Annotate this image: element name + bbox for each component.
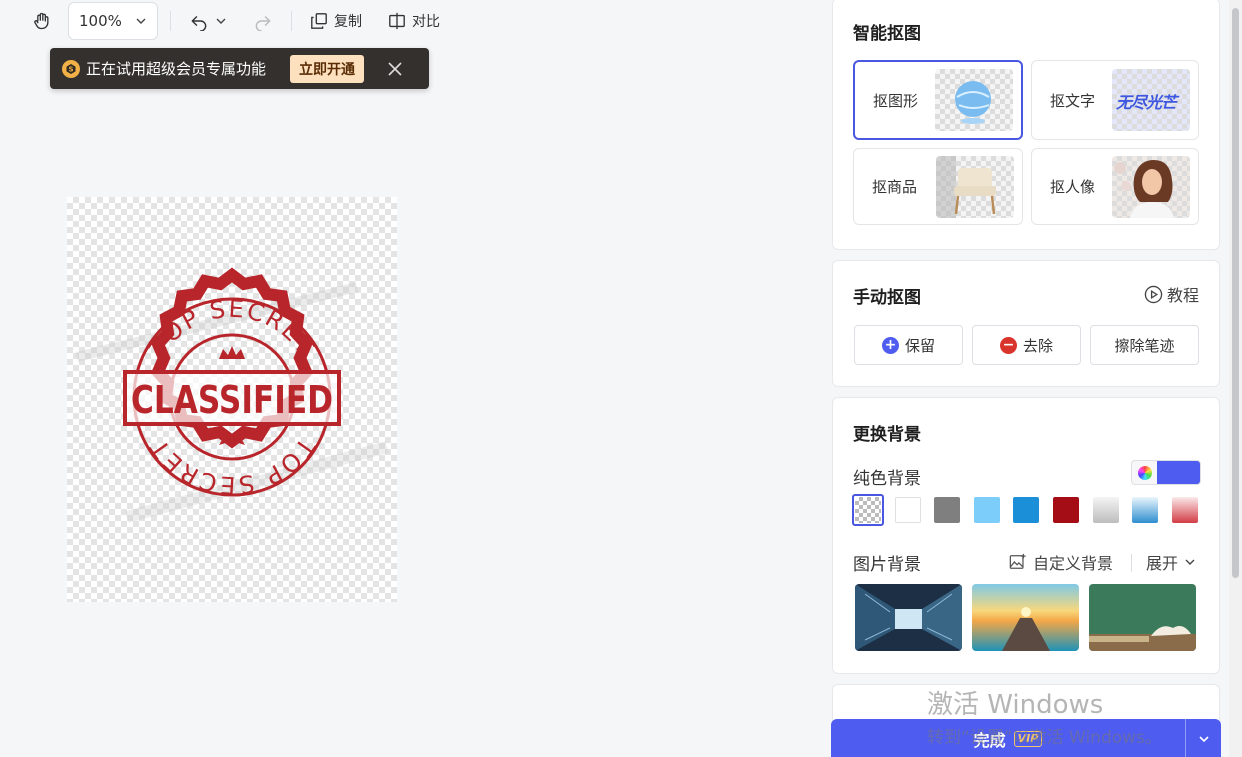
smart-cutout-card: 智能抠图 抠图形 抠文字 无尽光芒 抠商品 抠人像 (832, 0, 1220, 250)
swatch-gradient-blue[interactable] (1129, 494, 1161, 526)
copy-icon (310, 12, 328, 30)
chevron-down-icon (135, 15, 147, 27)
chevron-down-icon (215, 15, 227, 27)
keep-button[interactable]: + 保留 (854, 325, 963, 365)
toolbar: 100% 复制 对比 (0, 0, 830, 42)
bg-chalkboard-book-thumbnail[interactable] (1089, 584, 1196, 651)
image-bg-label: 图片背景 (853, 555, 921, 575)
chevron-down-icon (1198, 733, 1210, 745)
swatch-transparent[interactable] (852, 494, 884, 526)
option-label: 抠文字 (1050, 91, 1096, 110)
cutout-text-option[interactable]: 抠文字 无尽光芒 (1031, 60, 1199, 140)
cutout-canvas-image[interactable]: TOP SECRET TOP SECRET CLASSIFIED (67, 197, 397, 602)
redo-button[interactable] (247, 6, 279, 36)
smart-cutout-title: 智能抠图 (853, 24, 921, 44)
custom-bg-label: 自定义背景 (1033, 554, 1114, 573)
tutorial-link[interactable]: 教程 (1144, 282, 1199, 306)
hand-tool-button[interactable] (26, 6, 58, 36)
cutout-portrait-option[interactable]: 抠人像 (1031, 148, 1199, 225)
cutout-options: 抠图形 抠文字 无尽光芒 抠商品 抠人像 (853, 60, 1199, 225)
compare-label: 对比 (412, 14, 440, 30)
image-add-icon (1009, 553, 1027, 571)
svg-text:S: S (68, 65, 73, 73)
expand-label: 展开 (1146, 554, 1179, 573)
chair-thumbnail (936, 155, 1014, 218)
panel-scrollbar[interactable] (1229, 0, 1242, 757)
compare-icon (388, 12, 406, 30)
toolbar-divider (170, 11, 171, 31)
thumb-text: 无尽光芒 (1116, 93, 1177, 112)
close-icon[interactable] (386, 60, 404, 78)
shape-thumbnail (935, 69, 1013, 131)
background-card: 更换背景 纯色背景 图片背景 自定义背景 展开 (832, 397, 1220, 674)
open-vip-button[interactable]: 立即开通 (290, 54, 365, 83)
erase-label: 擦除笔迹 (1114, 336, 1175, 355)
divider (1131, 554, 1132, 572)
remove-button[interactable]: − 去除 (972, 325, 1081, 365)
swatch-gradient-red[interactable] (1169, 494, 1201, 526)
banner-text: 正在试用超级会员专属功能 (86, 60, 267, 78)
vip-badge-icon: S (62, 59, 80, 78)
portrait-thumbnail (1112, 155, 1190, 218)
remove-label: 去除 (1022, 336, 1053, 355)
finish-label: 完成 (973, 731, 1006, 750)
bg-sunset-pier-thumbnail[interactable] (972, 584, 1079, 651)
zoom-value: 100% (79, 12, 122, 30)
cutout-shape-option[interactable]: 抠图形 (853, 60, 1023, 140)
swatch-white[interactable] (892, 494, 924, 526)
manual-cutout-title: 手动抠图 (853, 288, 921, 308)
vip-tag: VIP (1013, 731, 1043, 747)
compare-button[interactable]: 对比 (382, 6, 446, 36)
option-label: 抠商品 (872, 178, 918, 196)
vip-trial-banner: S 正在试用超级会员专属功能 立即开通 (50, 48, 429, 89)
cutout-product-option[interactable]: 抠商品 (853, 148, 1023, 225)
play-circle-icon (1144, 285, 1163, 304)
color-wheel-icon (1132, 461, 1157, 484)
stamp-main-text: CLASSIFIED (131, 378, 333, 422)
solid-bg-label: 纯色背景 (853, 469, 921, 489)
swatch-blue[interactable] (1010, 494, 1042, 526)
custom-color-picker[interactable] (1131, 460, 1201, 485)
toolbar-divider (291, 11, 292, 31)
swatch-dark-red[interactable] (1050, 494, 1082, 526)
option-label: 抠人像 (1050, 178, 1096, 196)
transparent-swatch (855, 497, 881, 523)
undo-icon (189, 11, 209, 31)
finish-dropdown-button[interactable] (1185, 719, 1221, 757)
minus-icon: − (999, 336, 1017, 354)
image-backgrounds (855, 584, 1196, 651)
redo-icon (253, 11, 273, 31)
background-title: 更换背景 (853, 425, 921, 445)
swatch-gradient-gray[interactable] (1090, 494, 1122, 526)
expand-button[interactable]: 展开 (1146, 550, 1196, 574)
finish-button[interactable]: 完成 VIP (831, 727, 1185, 751)
swatch-gray[interactable] (931, 494, 963, 526)
color-swatches (852, 494, 1201, 526)
copy-button[interactable]: 复制 (304, 6, 368, 36)
scrollbar-thumb[interactable] (1232, 8, 1239, 578)
finish-button-bar: 完成 VIP (831, 719, 1221, 757)
manual-cutout-card: 手动抠图 教程 + 保留 − 去除 擦除笔迹 (832, 260, 1220, 387)
zoom-select[interactable]: 100% (68, 2, 158, 40)
hand-icon (32, 11, 52, 31)
bg-building-thumbnail[interactable] (855, 584, 962, 651)
custom-bg-button[interactable]: 自定义背景 (1009, 550, 1113, 574)
keep-label: 保留 (904, 336, 935, 355)
text-thumbnail: 无尽光芒 (1112, 69, 1190, 131)
tutorial-label: 教程 (1167, 286, 1200, 305)
plus-icon: + (881, 336, 899, 354)
swatch-light-blue[interactable] (971, 494, 1003, 526)
undo-button[interactable] (183, 6, 233, 36)
erase-strokes-button[interactable]: 擦除笔迹 (1090, 325, 1199, 365)
option-label: 抠图形 (873, 91, 919, 110)
current-color-swatch (1157, 461, 1200, 484)
copy-label: 复制 (334, 14, 362, 30)
classified-stamp: TOP SECRET TOP SECRET CLASSIFIED (75, 267, 389, 523)
chevron-down-icon (1184, 556, 1196, 568)
